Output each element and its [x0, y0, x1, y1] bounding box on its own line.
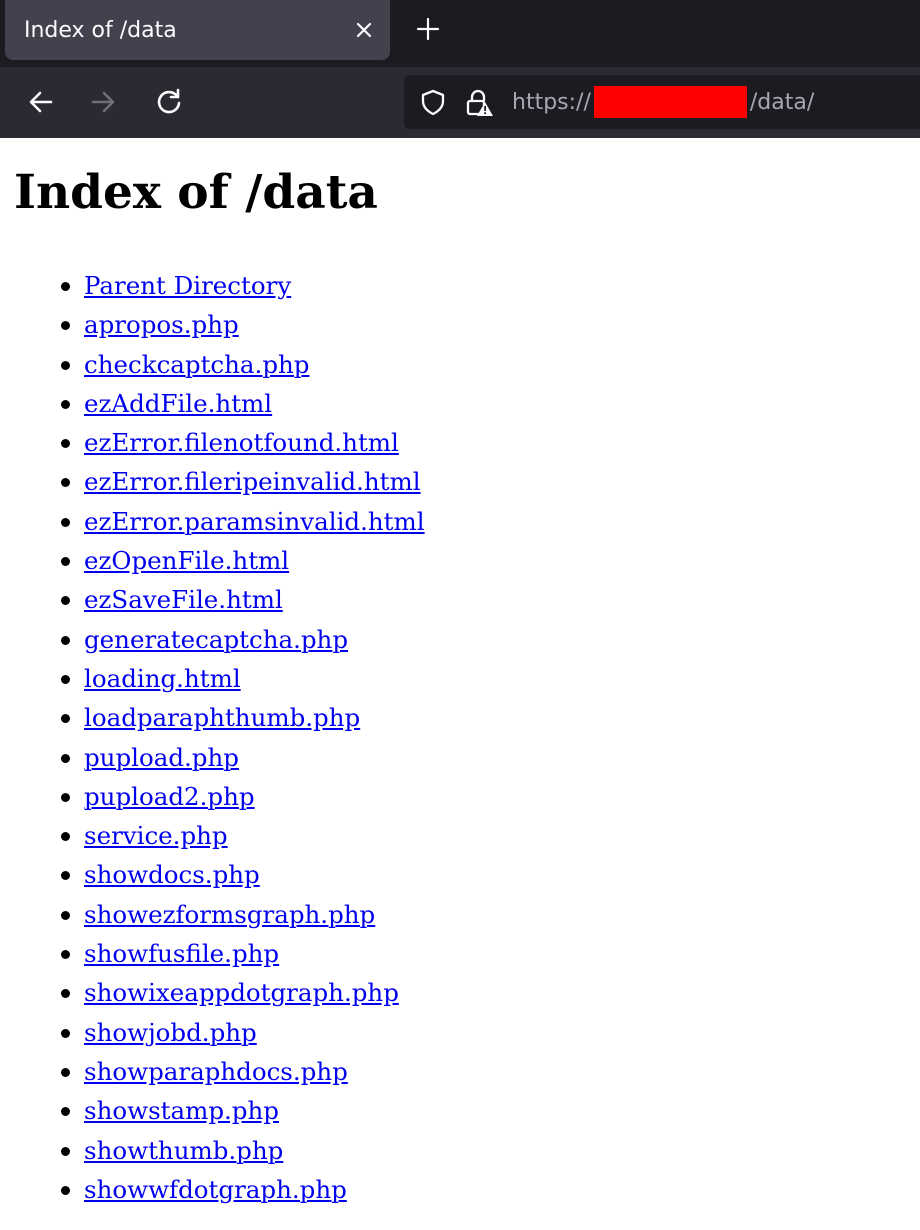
file-link[interactable]: ezSaveFile.html — [84, 585, 283, 614]
shield-icon[interactable] — [419, 88, 447, 116]
list-item: apropos.php — [61, 305, 425, 344]
file-link[interactable]: pupload.php — [84, 743, 239, 772]
url-path: /data/ — [749, 89, 815, 115]
file-list: Parent Directory apropos.php checkcaptcha.… — [0, 266, 425, 1209]
list-item: showixeappdotgraph.php — [61, 973, 425, 1012]
list-item: ezOpenFile.html — [61, 541, 425, 580]
list-item: ezError.filenotfound.html — [61, 423, 425, 462]
file-link[interactable]: showstamp.php — [84, 1096, 279, 1125]
list-item: showjobd.php — [61, 1013, 425, 1052]
file-link[interactable]: loading.html — [84, 664, 241, 693]
list-item: pupload.php — [61, 738, 425, 777]
lock-warning-icon[interactable] — [464, 88, 494, 118]
list-item: service.php — [61, 816, 425, 855]
file-link[interactable]: ezError.paramsinvalid.html — [84, 507, 425, 536]
list-item: generatecaptcha.php — [61, 620, 425, 659]
tab-strip: Index of /data — [0, 0, 920, 67]
file-link[interactable]: loadparaphthumb.php — [84, 703, 360, 732]
tab-active[interactable]: Index of /data — [5, 0, 390, 60]
url-text[interactable]: https:// /data/ — [512, 86, 815, 118]
list-item: loadparaphthumb.php — [61, 698, 425, 737]
page-title: Index of /data — [14, 165, 378, 220]
file-link[interactable]: showezformsgraph.php — [84, 900, 375, 929]
tab-title: Index of /data — [24, 17, 177, 43]
file-link[interactable]: showparaphdocs.php — [84, 1057, 348, 1086]
reload-icon[interactable] — [154, 87, 184, 117]
list-item: showfusfile.php — [61, 934, 425, 973]
back-arrow-icon[interactable] — [26, 87, 56, 117]
file-link[interactable]: service.php — [84, 821, 228, 850]
list-item: Parent Directory — [61, 266, 425, 305]
navigation-toolbar: https:// /data/ — [0, 67, 920, 138]
list-item: showthumb.php — [61, 1131, 425, 1170]
list-item: showwfdotgraph.php — [61, 1170, 425, 1209]
file-link[interactable]: pupload2.php — [84, 782, 255, 811]
list-item: showezformsgraph.php — [61, 895, 425, 934]
redacted-hostname — [593, 86, 747, 118]
list-item: ezAddFile.html — [61, 384, 425, 423]
file-link[interactable]: ezOpenFile.html — [84, 546, 289, 575]
list-item: showdocs.php — [61, 855, 425, 894]
close-icon[interactable] — [350, 16, 378, 44]
file-link[interactable]: ezError.fileripeinvalid.html — [84, 467, 421, 496]
file-link[interactable]: showjobd.php — [84, 1018, 257, 1047]
list-item: ezError.paramsinvalid.html — [61, 502, 425, 541]
plus-icon[interactable] — [414, 15, 442, 43]
list-item: showparaphdocs.php — [61, 1052, 425, 1091]
list-item: showstamp.php — [61, 1091, 425, 1130]
address-bar[interactable]: https:// /data/ — [404, 75, 920, 129]
file-link[interactable]: showdocs.php — [84, 860, 260, 889]
file-link[interactable]: checkcaptcha.php — [84, 350, 309, 379]
forward-arrow-icon[interactable] — [88, 87, 118, 117]
list-item: checkcaptcha.php — [61, 345, 425, 384]
url-protocol: https:// — [512, 89, 591, 115]
file-link[interactable]: generatecaptcha.php — [84, 625, 348, 654]
file-link[interactable]: apropos.php — [84, 310, 239, 339]
file-link[interactable]: ezAddFile.html — [84, 389, 272, 418]
list-item: ezSaveFile.html — [61, 580, 425, 619]
file-link[interactable]: ezError.filenotfound.html — [84, 428, 399, 457]
list-item: ezError.fileripeinvalid.html — [61, 462, 425, 501]
file-link[interactable]: showthumb.php — [84, 1136, 283, 1165]
file-link[interactable]: showfusfile.php — [84, 939, 279, 968]
file-link[interactable]: showwfdotgraph.php — [84, 1175, 347, 1204]
page-content: Index of /data Parent Directory apropos.p… — [0, 138, 920, 1230]
file-link[interactable]: showixeappdotgraph.php — [84, 978, 399, 1007]
parent-directory-link[interactable]: Parent Directory — [84, 271, 291, 300]
list-item: pupload2.php — [61, 777, 425, 816]
list-item: loading.html — [61, 659, 425, 698]
